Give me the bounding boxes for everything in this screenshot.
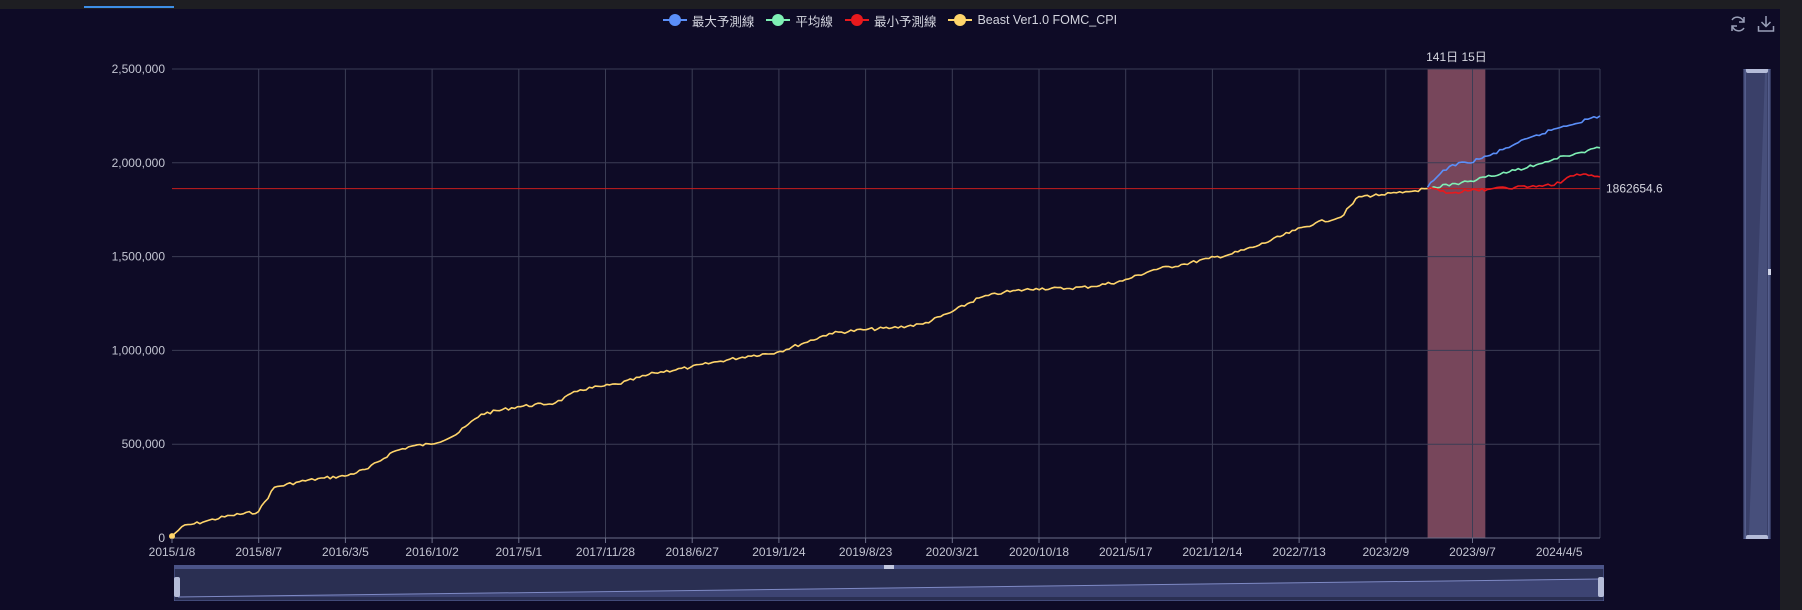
x-tick-label: 2020/10/18 [1009,545,1069,559]
y-tick-label: 1,500,000 [112,250,166,264]
x-tick-label: 2023/9/7 [1449,545,1496,559]
x-tick-label: 2024/4/5 [1536,545,1583,559]
horizontal-zoom-grip-icon[interactable] [884,565,894,569]
x-tick-label: 2016/3/5 [322,545,369,559]
highlight-band-label: 141日 15日 [1426,50,1487,64]
line-chart: 141日 15日 1862654.6 0 500,000 1,000,000 1,50… [112,50,1663,559]
reference-line-label: 1862654.6 [1606,182,1663,196]
x-tick-label: 2015/1/8 [149,545,196,559]
x-tick-label: 2017/11/28 [576,545,635,559]
x-tick-label: 2016/10/2 [405,545,459,559]
series-line-0 [171,187,1428,537]
vertical-zoom-slider[interactable] [1743,69,1771,539]
x-tick-label: 2019/1/24 [752,545,806,559]
highlight-band [1427,69,1486,538]
x-tick-label: 2023/2/9 [1362,545,1409,559]
x-tick-label: 2022/7/13 [1272,545,1326,559]
horizontal-zoom-handle-left[interactable] [174,577,180,597]
x-tick-label: 2018/6/27 [666,545,720,559]
x-tick-label: 2015/8/7 [235,545,282,559]
vertical-zoom-handle-top[interactable] [1746,69,1768,73]
vertical-zoom-handle-bottom[interactable] [1746,535,1768,539]
y-tick-label: 500,000 [122,437,166,451]
horizontal-zoom-slider[interactable] [174,565,1604,601]
y-tick-label: 2,500,000 [112,62,166,76]
y-tick-label: 2,000,000 [112,156,166,170]
x-tick-label: 2019/8/23 [839,545,893,559]
x-tick-label: 2021/12/14 [1182,545,1242,559]
y-tick-label: 1,000,000 [112,343,166,357]
x-tick-label: 2020/3/21 [926,545,980,559]
x-tick-label: 2021/5/17 [1099,545,1153,559]
x-tick-label: 2017/5/1 [495,545,542,559]
horizontal-zoom-handle-right[interactable] [1598,577,1604,597]
y-tick-label: 0 [158,531,165,545]
